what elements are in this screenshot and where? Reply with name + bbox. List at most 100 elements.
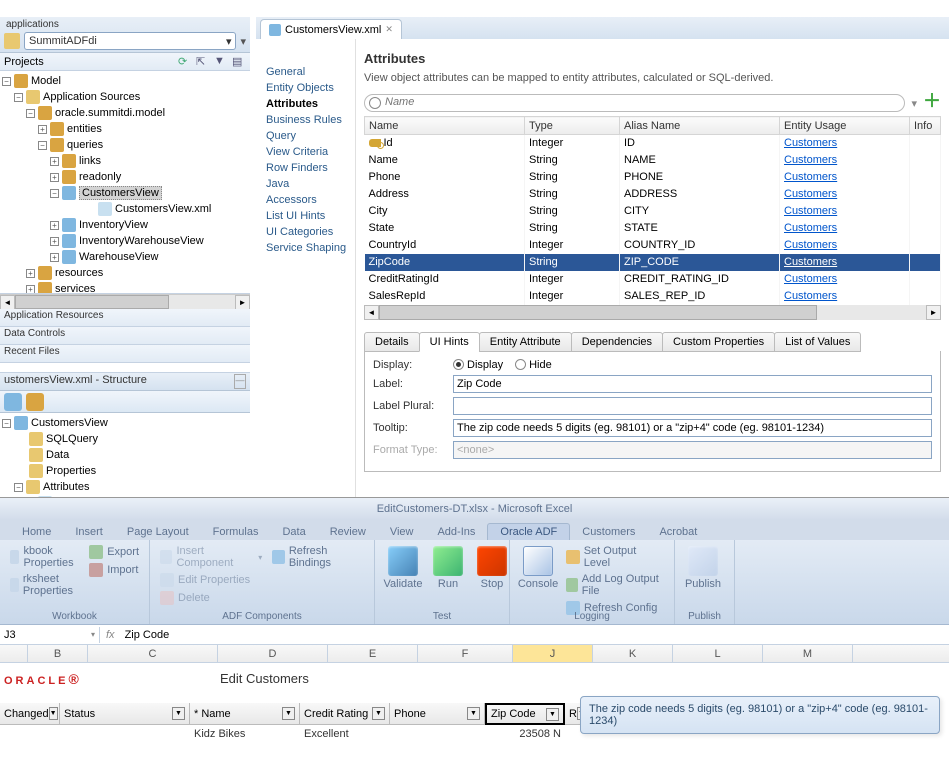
section-item[interactable]: Accessors <box>264 192 351 208</box>
column-header[interactable]: F <box>418 645 513 662</box>
add-button[interactable]: ＋ <box>923 94 941 112</box>
cell[interactable]: 23508 N <box>485 725 565 743</box>
expand-icon[interactable]: + <box>26 285 35 294</box>
scroll-left-icon[interactable]: ◄ <box>364 305 379 320</box>
scroll-left-icon[interactable]: ◄ <box>0 295 15 310</box>
tree-item[interactable]: InventoryWarehouseView <box>79 235 204 247</box>
entity-link[interactable]: Customers <box>784 273 837 285</box>
section-item[interactable]: List UI Hints <box>264 208 351 224</box>
ribbon-tab[interactable]: Oracle ADF <box>487 523 570 540</box>
struct-item[interactable]: CustomersView <box>31 417 108 429</box>
tree-item[interactable]: CustomersView.xml <box>115 203 211 215</box>
fx-icon[interactable]: fx <box>100 629 121 641</box>
worksheet-props-button[interactable]: rksheet Properties <box>8 572 81 598</box>
table-row[interactable]: SalesRepIdIntegerSALES_REP_IDCustomers <box>365 288 941 305</box>
dropdown-split-icon[interactable]: ▾ <box>240 35 246 48</box>
entity-link[interactable]: Customers <box>784 222 837 234</box>
table-row[interactable]: PhoneStringPHONECustomers <box>365 169 941 186</box>
delete-button[interactable]: Delete <box>158 590 264 606</box>
plural-input[interactable] <box>453 397 932 415</box>
structure-tab-icon[interactable] <box>26 393 44 411</box>
tree-item[interactable]: oracle.summitdi.model <box>55 107 165 119</box>
label-input[interactable] <box>453 375 932 393</box>
formula-bar[interactable]: Zip Code <box>121 627 949 643</box>
col-header[interactable]: Alias Name <box>620 117 780 135</box>
scroll-right-icon[interactable]: ► <box>926 305 941 320</box>
column-header[interactable]: K <box>593 645 673 662</box>
structure-tab-icon[interactable] <box>4 393 22 411</box>
tree-item[interactable]: InventoryView <box>79 219 148 231</box>
expand-icon[interactable]: + <box>26 269 35 278</box>
column-header[interactable]: E <box>328 645 418 662</box>
entity-link[interactable]: Customers <box>784 137 837 149</box>
data-controls-panel[interactable]: Data Controls <box>0 327 250 345</box>
ribbon-tab[interactable]: View <box>378 524 426 540</box>
set-output-button[interactable]: Set Output Level <box>564 544 666 570</box>
expand-icon[interactable]: − <box>38 141 47 150</box>
table-row[interactable]: NameStringNAMECustomers <box>365 152 941 169</box>
data-column-header[interactable]: Zip Code▼ <box>485 703 565 725</box>
refresh-icon[interactable]: ⟳ <box>178 55 192 69</box>
console-button[interactable]: Console <box>518 544 558 620</box>
filter-icon[interactable]: ▼ <box>467 707 480 720</box>
section-item[interactable]: General <box>264 64 351 80</box>
expand-icon[interactable]: + <box>50 173 59 182</box>
ribbon-tab[interactable]: Insert <box>63 524 115 540</box>
cell[interactable] <box>60 725 190 743</box>
minimize-icon[interactable]: — <box>234 374 246 389</box>
ribbon-tab[interactable]: Page Layout <box>115 524 201 540</box>
entity-link[interactable]: Customers <box>784 154 837 166</box>
detail-tab[interactable]: UI Hints <box>419 332 480 352</box>
validate-button[interactable]: Validate <box>383 544 423 620</box>
search-dropdown-icon[interactable]: ▾ <box>911 97 917 110</box>
insert-component-button[interactable]: Insert Component▾ <box>158 544 264 570</box>
scroll-right-icon[interactable]: ► <box>235 295 250 310</box>
entity-link[interactable]: Customers <box>784 290 837 302</box>
struct-item[interactable]: Properties <box>46 465 96 477</box>
data-column-header[interactable]: Credit Rating▼ <box>300 703 390 725</box>
cell[interactable]: Kidz Bikes <box>190 725 300 743</box>
cell[interactable] <box>390 725 485 743</box>
data-column-header[interactable]: * Name▼ <box>190 703 300 725</box>
filter-icon[interactable]: ▼ <box>546 708 559 721</box>
column-header[interactable]: L <box>673 645 763 662</box>
section-item[interactable]: UI Categories <box>264 224 351 240</box>
expand-icon[interactable]: + <box>38 125 47 134</box>
column-header[interactable]: B <box>28 645 88 662</box>
collapse-icon[interactable]: ⇱ <box>196 55 210 69</box>
tooltip-input[interactable] <box>453 419 932 437</box>
filter-icon[interactable]: ▼ <box>282 707 295 720</box>
col-header[interactable]: Name <box>365 117 525 135</box>
add-log-button[interactable]: Add Log Output File <box>564 572 666 598</box>
entity-link[interactable]: Customers <box>784 188 837 200</box>
project-tree[interactable]: −Model −Application Sources −oracle.summ… <box>0 71 250 294</box>
section-item[interactable]: View Criteria <box>264 144 351 160</box>
display-radio[interactable]: Display <box>453 359 503 371</box>
column-header[interactable]: M <box>763 645 853 662</box>
ribbon-tab[interactable]: Data <box>270 524 317 540</box>
tree-item[interactable]: Application Sources <box>43 91 140 103</box>
table-row[interactable]: CreditRatingIdIntegerCREDIT_RATING_IDCus… <box>365 271 941 288</box>
data-column-header[interactable]: Changed▼ <box>0 703 60 725</box>
table-row[interactable]: CityStringCITYCustomers <box>365 203 941 220</box>
editor-tab[interactable]: CustomersView.xml ✕ <box>260 19 402 39</box>
name-box[interactable]: J3▾ <box>0 627 100 643</box>
expand-icon[interactable]: + <box>50 157 59 166</box>
expand-icon[interactable]: − <box>2 419 11 428</box>
import-button[interactable]: Import <box>87 562 141 578</box>
ribbon-tab[interactable]: Add-Ins <box>425 524 487 540</box>
filter-icon[interactable]: ▼ <box>49 707 58 720</box>
tree-item[interactable]: services <box>55 283 95 294</box>
expand-icon[interactable]: + <box>50 237 59 246</box>
tree-item[interactable]: entities <box>67 123 102 135</box>
table-row[interactable]: ZipCodeStringZIP_CODECustomers <box>365 254 941 271</box>
app-resources-panel[interactable]: Application Resources <box>0 309 250 327</box>
section-item[interactable]: Java <box>264 176 351 192</box>
expand-icon[interactable]: + <box>50 253 59 262</box>
section-item[interactable]: Attributes <box>264 96 351 112</box>
expand-icon[interactable]: + <box>50 221 59 230</box>
entity-link[interactable]: Customers <box>784 171 837 183</box>
ribbon-tab[interactable]: Formulas <box>201 524 271 540</box>
refresh-bindings-button[interactable]: Refresh Bindings <box>270 544 366 570</box>
col-header[interactable]: Type <box>525 117 620 135</box>
